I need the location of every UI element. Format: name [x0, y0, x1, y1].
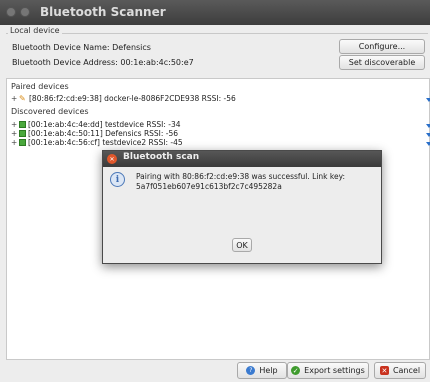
expand-arrow-icon[interactable] [426, 124, 430, 128]
local-device-legend: Local device [8, 26, 62, 35]
export-settings-label: Export settings [304, 366, 365, 375]
cancel-icon: ✕ [379, 366, 389, 375]
help-icon: ? [246, 366, 256, 375]
set-discoverable-button[interactable]: Set discoverable [339, 55, 425, 70]
expand-icon[interactable]: + [11, 120, 19, 129]
paired-device-row[interactable]: + ✎ [80:86:f2:cd:e9:38] docker-le-8086F2… [11, 94, 236, 103]
discovered-device-label: [00:1e:ab:4c:4e:dd] testdevice RSSI: -34 [28, 120, 181, 129]
help-button[interactable]: ? Help [237, 362, 287, 379]
expand-icon[interactable]: + [11, 94, 19, 103]
expand-icon[interactable]: + [11, 138, 19, 147]
dialog-titlebar[interactable]: ✕ Bluetooth scan [103, 151, 381, 167]
cancel-button[interactable]: ✕ Cancel [374, 362, 426, 379]
configure-button[interactable]: Configure... [339, 39, 425, 54]
discovered-device-label: [00:1e:ab:4c:50:11] Defensics RSSI: -56 [28, 129, 179, 138]
window-minimize-icon[interactable] [20, 7, 30, 17]
expand-arrow-icon[interactable] [426, 142, 430, 146]
discovered-device-row[interactable]: + [00:1e:ab:4c:50:11] Defensics RSSI: -5… [11, 129, 178, 138]
device-name-field: Bluetooth Device Name: Defensics [12, 43, 151, 52]
usb-icon: ✎ [19, 93, 26, 103]
bluetooth-device-icon [19, 121, 26, 128]
dialog-title: Bluetooth scan [123, 152, 200, 162]
discovered-device-row[interactable]: + [00:1e:ab:4c:4e:dd] testdevice RSSI: -… [11, 120, 181, 129]
info-icon: i [110, 172, 125, 187]
footer-bar: ? Help ✓ Export settings ✕ Cancel [0, 360, 430, 382]
cancel-label: Cancel [392, 366, 421, 375]
expand-arrow-icon[interactable] [426, 133, 430, 137]
discovered-device-row[interactable]: + [00:1e:ab:4c:56:cf] testdevice2 RSSI: … [11, 138, 183, 147]
ok-button[interactable]: OK [232, 238, 252, 252]
bluetooth-scan-dialog: ✕ Bluetooth scan i Pairing with 80:86:f2… [102, 150, 382, 264]
discovered-devices-header: Discovered devices [11, 107, 89, 116]
bluetooth-device-icon [19, 130, 26, 137]
export-settings-button[interactable]: ✓ Export settings [287, 362, 369, 379]
discovered-device-label: [00:1e:ab:4c:56:cf] testdevice2 RSSI: -4… [28, 138, 183, 147]
paired-device-label: [80:86:f2:cd:e9:38] docker-le-8086F2CDE9… [29, 94, 236, 103]
bluetooth-device-icon [19, 139, 26, 146]
expand-icon[interactable]: + [11, 129, 19, 138]
window-title: Bluetooth Scanner [40, 5, 166, 19]
paired-devices-header: Paired devices [11, 82, 69, 91]
dialog-close-icon[interactable]: ✕ [107, 154, 117, 164]
link-key-text: 5a7f051eb607e91c613bf2c7c495282a [136, 182, 282, 191]
window-titlebar[interactable]: Bluetooth Scanner [0, 0, 430, 25]
dialog-message: Pairing with 80:86:f2:cd:e9:38 was succe… [136, 172, 376, 192]
dialog-message-line: Pairing with 80:86:f2:cd:e9:38 was succe… [136, 172, 346, 181]
device-address-field: Bluetooth Device Address: 00:1e:ab:4c:50… [12, 58, 194, 67]
check-icon: ✓ [291, 366, 301, 375]
bluetooth-scanner-window: Bluetooth Scanner Local device Bluetooth… [0, 0, 430, 382]
window-close-icon[interactable] [6, 7, 16, 17]
help-label: Help [259, 366, 278, 375]
expand-arrow-icon[interactable] [426, 98, 430, 102]
